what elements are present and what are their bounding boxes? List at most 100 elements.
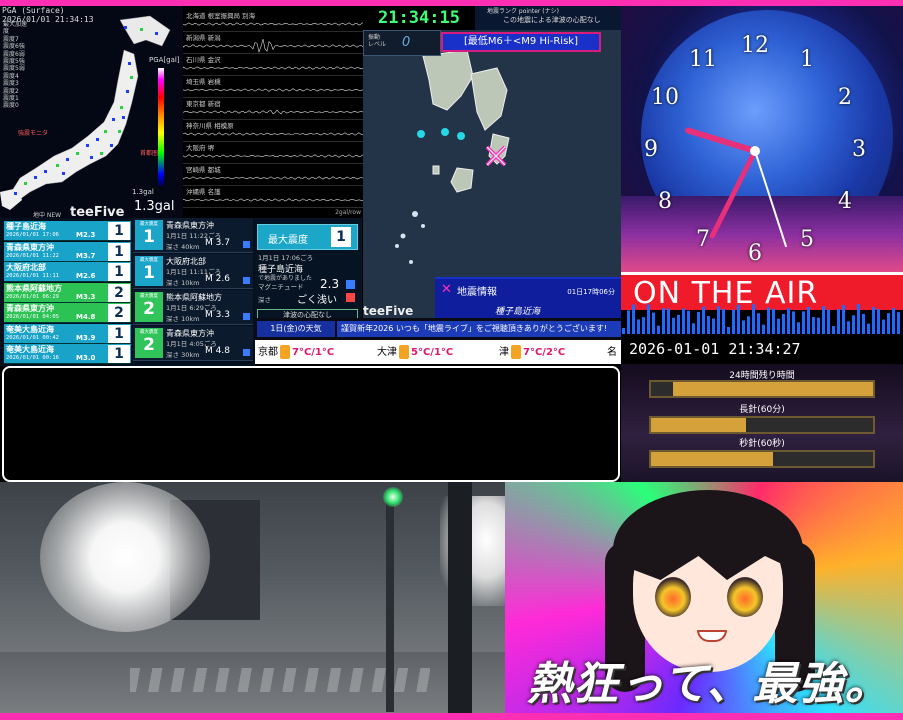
eq-bar	[802, 311, 805, 334]
eq-bar	[892, 308, 895, 334]
info-title: 地震情報	[457, 287, 497, 298]
quake-datetime: 2026/01/01 11:11	[6, 273, 59, 279]
shake-label-2: レベル	[368, 41, 387, 48]
caption-box	[2, 366, 620, 482]
quake-name: 種子島近海	[6, 222, 46, 231]
quake-list-item: 熊本県阿蘇地方 2026/01/01 06:29 M3.3 2	[4, 282, 131, 303]
wave-row: 沖縄県 名護	[183, 186, 363, 208]
quake-intensity: 1	[108, 222, 130, 240]
eq-bar	[687, 310, 690, 334]
eq-bar	[737, 304, 740, 334]
on-air-panel: ON THE AIR	[621, 272, 903, 334]
risk-banner: [最低M6＋<M9 Hi-Risk]	[441, 32, 601, 52]
detail-mag: M 3.3	[205, 310, 230, 320]
second-hand	[754, 150, 787, 248]
eq-bar	[787, 308, 790, 334]
clock-center	[750, 146, 760, 156]
utility-pole	[448, 482, 472, 713]
quake-intensity: 1	[108, 345, 130, 363]
clock-number: 7	[696, 227, 710, 252]
quake-name: 奄美大島近海	[6, 345, 54, 354]
waveform-trace	[183, 132, 363, 136]
clock-number: 6	[748, 241, 762, 266]
quake-mag: M2.3	[76, 231, 96, 239]
brand-logo-map: teeFive	[363, 304, 414, 318]
quake-name: 青森県東方沖	[6, 304, 54, 313]
eq-bar	[702, 306, 705, 334]
timer-bar	[649, 450, 875, 468]
info-name: 種子島近海	[495, 307, 541, 317]
quake-list-item: 青森県東方沖 2026/01/01 04:05 M4.8 2	[4, 303, 131, 323]
max-intensity-header: 最大震度 1	[257, 224, 358, 250]
quake-name: 大阪府北部	[6, 263, 46, 272]
detail-depth: 深さ 10km	[166, 279, 200, 287]
max-intensity-label: 最大震度	[268, 235, 308, 246]
info-date: 01日17時06分	[567, 288, 615, 296]
waveform-panel: 北海道 根室振興局 別海 新潟県 新潟 石川県 金沢 埼玉県 岩槻 東京都 新宿 神奈川県…	[183, 6, 363, 218]
kanto-label: 首都圏	[140, 150, 159, 157]
weather-item: 名	[607, 343, 617, 358]
quake-list-item: 種子島近海 2026/01/01 17:06 M2.3 1	[4, 221, 131, 241]
waveform-trace	[183, 88, 363, 92]
eq-bar	[792, 311, 795, 334]
quake-info-panel: 最大震度 1 1月1日 17:06ごろ 種子島近海 で地震がありました マグニチ…	[255, 218, 362, 321]
eq-bar	[772, 308, 775, 334]
clock-number: 1	[800, 47, 814, 72]
intensity-box: 最大震度 1	[135, 256, 163, 286]
intensity-value: 1	[143, 263, 155, 283]
gal-value: 1.3gal	[134, 199, 175, 214]
japan-map	[0, 15, 171, 210]
eq-bar	[852, 315, 855, 334]
weather-item: 大津 5°C/1°C	[377, 343, 453, 359]
eq-bar	[782, 313, 785, 334]
quake-datetime: 2026/01/01 06:29	[6, 293, 59, 300]
eq-bar	[667, 308, 670, 334]
eq-bar	[692, 323, 695, 334]
eq-bar	[857, 304, 860, 334]
pga-color-scale	[158, 68, 164, 186]
eq-bar	[757, 313, 760, 334]
quake-datetime: 2026/01/01 17:06	[6, 232, 59, 238]
quake-intensity: 2	[108, 283, 130, 302]
timer-label: 長針(60分)	[739, 405, 785, 415]
wave-row: 東京都 新宿	[183, 98, 363, 120]
wave-row: 北海道 根室振興局 別海	[183, 10, 363, 32]
message-ticker: 1日(金)の天気 謹賀新年2026 いつも「地震ライブ」をご視聴頂きありがとうご…	[255, 318, 621, 340]
waveform-trace	[183, 66, 363, 70]
tsunami-bar: 地震ランク pointer (ナシ) この地震による津波の心配なし	[475, 6, 621, 30]
hour-hand	[685, 127, 758, 154]
detail-depth: 深さ 40km	[166, 243, 200, 251]
clock-number: 12	[741, 33, 769, 58]
datetime-text: 2026-01-01 21:34:27	[629, 340, 801, 358]
eye-left	[655, 577, 691, 617]
quake-datetime: 2026/01/01 11:22	[6, 252, 59, 259]
waveform-trace	[183, 39, 363, 54]
weather-city: 大津	[377, 347, 397, 358]
eq-bar	[697, 311, 700, 334]
depth-label: 深さ	[258, 296, 271, 304]
eq-bar	[897, 312, 900, 334]
eq-bar	[777, 318, 780, 334]
detail-mag: M 2.6	[205, 274, 230, 284]
legend-item: 震度6弱	[3, 50, 25, 58]
intensity-box: 最大震度 2	[135, 328, 163, 358]
quake-mag: M3.3	[76, 292, 96, 301]
eye-right	[727, 577, 763, 617]
quake-list-item: 奄美大島近海 2026/01/01 00:16 M3.0 1	[4, 344, 131, 364]
legend-item: 震度2	[3, 87, 19, 95]
quake-list-panel: 地中 NEW teeFive 種子島近海 2026/01/01 17:06 M2.3…	[0, 205, 255, 366]
mag-indicator	[346, 280, 355, 289]
quake-mag: M3.7	[76, 251, 96, 260]
legend-item: 震度6強	[3, 43, 25, 51]
eq-bar	[627, 310, 630, 334]
eq-bar	[712, 318, 715, 334]
mag-indicator	[243, 349, 250, 356]
intensity-value: 2	[143, 299, 155, 319]
mag-label: マグニチュード	[258, 283, 304, 291]
rank-label: 地震ランク pointer (ナシ)	[487, 8, 559, 15]
intensity-box: 最大震度 2	[135, 292, 163, 322]
eq-bar	[827, 309, 830, 334]
legend-item: 震度3	[3, 80, 19, 88]
eq-bar	[797, 322, 800, 334]
eq-bar	[822, 306, 825, 334]
